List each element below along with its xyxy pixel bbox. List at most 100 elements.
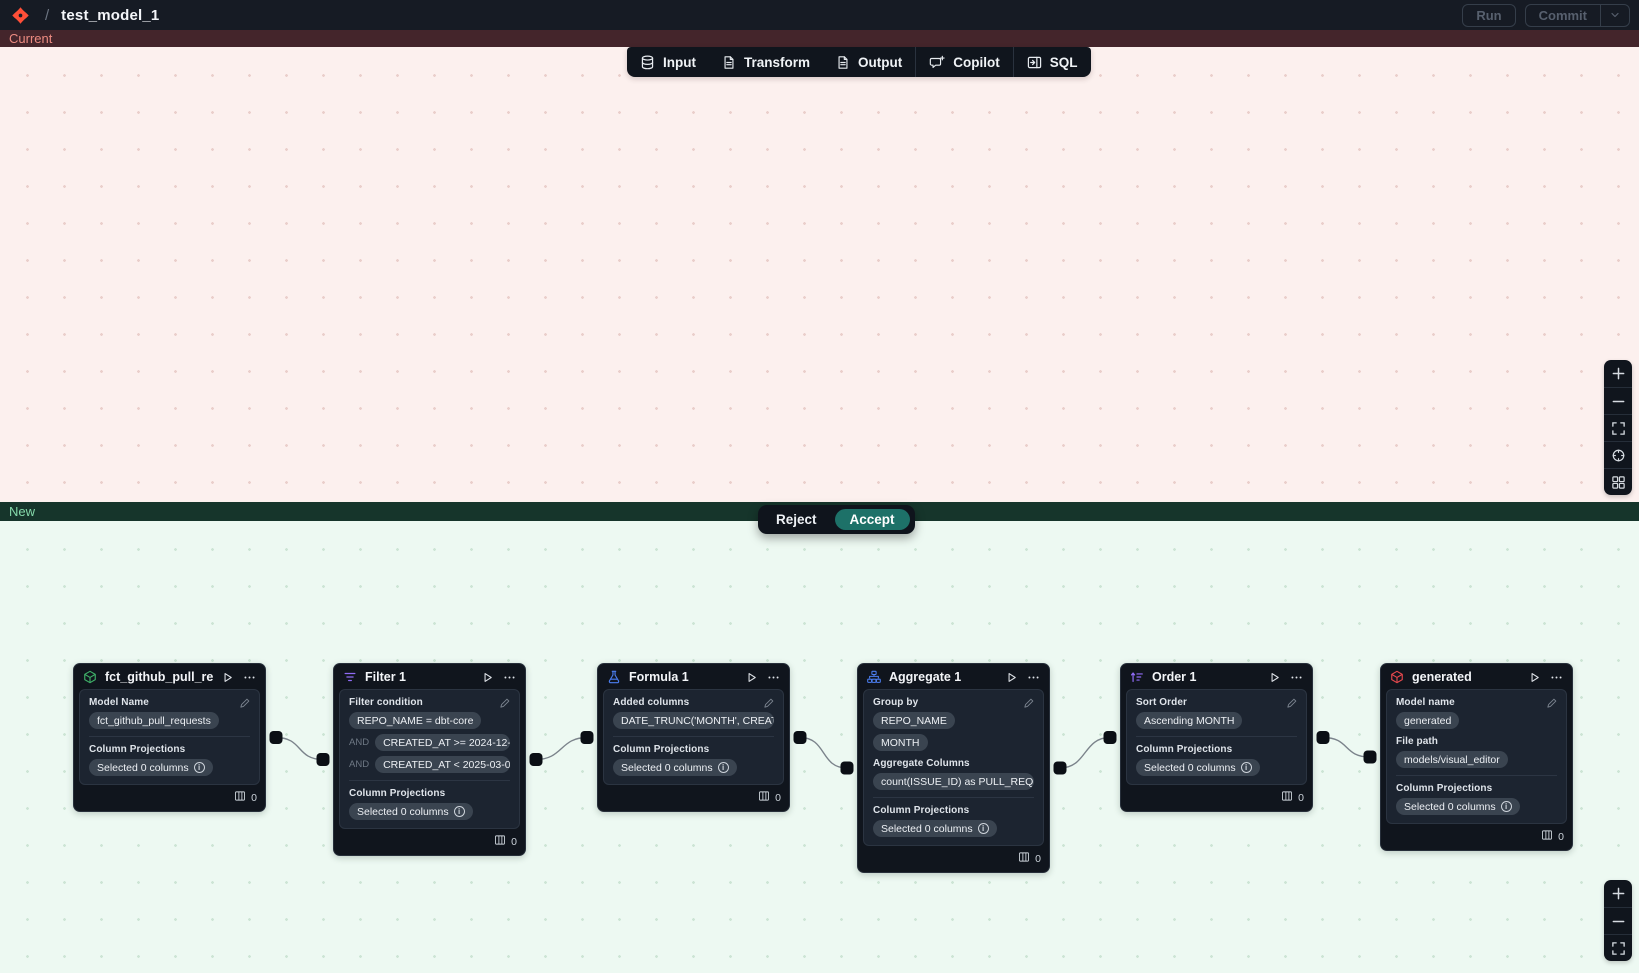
card-divider [1396, 775, 1557, 776]
node-menu-button[interactable] [243, 671, 256, 684]
edit-pencil-icon[interactable] [499, 696, 511, 714]
node-footer: 0 [1121, 785, 1312, 811]
column-projections-pill[interactable]: Selected 0 columnsi [89, 759, 213, 776]
and-label: AND [349, 737, 369, 748]
file-path-pill[interactable]: models/visual_editor [1396, 751, 1508, 768]
card-divider [613, 736, 774, 737]
edit-pencil-icon[interactable] [1286, 696, 1298, 714]
fit-view-button[interactable] [1604, 414, 1632, 441]
reject-button[interactable]: Reject [763, 509, 830, 530]
info-icon: i [454, 806, 465, 817]
column-projections-pill[interactable]: Selected 0 columnsi [873, 820, 997, 837]
toolbar-item-input[interactable]: Input [627, 47, 709, 77]
column-projections-pill[interactable]: Selected 0 columnsi [613, 759, 737, 776]
node-aggregate-1[interactable]: Aggregate 1 Group by REPO_NAME MONTH Agg… [857, 663, 1050, 873]
node-order-1[interactable]: Order 1 Sort Order Ascending MONTH Colum… [1120, 663, 1313, 812]
toolbar-item-sql[interactable]: SQL [1014, 47, 1091, 77]
node-menu-button[interactable] [1027, 671, 1040, 684]
field-label: Column Projections [349, 788, 510, 799]
current-section-band: Current [0, 30, 1639, 47]
aggregate-pill[interactable]: count(ISSUE_ID) as PULL_REQUEST_… [873, 773, 1034, 790]
column-projections-pill[interactable]: Selected 0 columnsi [1136, 759, 1260, 776]
row-count: 0 [511, 836, 517, 848]
play-node-button[interactable] [481, 671, 494, 684]
node-formula-1[interactable]: Formula 1 Added columns DATE_TRUNC('MONT… [597, 663, 790, 812]
zoom-in-button[interactable] [1604, 880, 1632, 907]
groupby-pill[interactable]: REPO_NAME [873, 712, 955, 729]
zoom-out-button[interactable] [1604, 387, 1632, 414]
field-label: Column Projections [89, 744, 250, 755]
edit-pencil-icon[interactable] [1546, 696, 1558, 714]
node-card: Added columns DATE_TRUNC('MONTH', CREATE… [603, 689, 784, 785]
field-label: Column Projections [1396, 783, 1557, 794]
value-pill[interactable]: fct_github_pull_requests [89, 712, 219, 729]
node-menu-button[interactable] [1550, 671, 1563, 684]
toolbar-sql-label: SQL [1050, 55, 1078, 70]
node-filter-1[interactable]: Filter 1 Filter condition REPO_NAME = db… [333, 663, 526, 856]
sql-panel-icon [1027, 55, 1042, 70]
groupby-pill[interactable]: MONTH [873, 734, 928, 751]
field-label: Column Projections [613, 744, 774, 755]
field-label: Column Projections [1136, 744, 1297, 755]
edit-pencil-icon[interactable] [239, 696, 251, 714]
canvas-new[interactable]: fct_github_pull_requests Model Name fct_… [0, 521, 1639, 973]
columns-icon [234, 790, 246, 805]
node-generated[interactable]: generated Model name generated File path… [1380, 663, 1573, 851]
info-icon: i [194, 762, 205, 773]
commit-button[interactable]: Commit [1525, 4, 1630, 27]
node-menu-button[interactable] [503, 671, 516, 684]
edit-pencil-icon[interactable] [1023, 696, 1035, 714]
canvas-controls-current [1604, 360, 1632, 495]
node-title: generated [1412, 670, 1520, 684]
sort-icon [1130, 670, 1144, 684]
toolbar-copilot-label: Copilot [953, 55, 1000, 70]
interactivity-lock-button[interactable] [1604, 441, 1632, 468]
node-title: fct_github_pull_requests [105, 670, 213, 684]
breadcrumb-separator: / [45, 7, 49, 24]
columns-icon [758, 790, 770, 805]
model-name-pill[interactable]: generated [1396, 712, 1459, 729]
condition-pill[interactable]: CREATED_AT < 2025-03-01 [375, 756, 510, 773]
toolbar-item-copilot[interactable]: Copilot [916, 47, 1013, 77]
play-node-button[interactable] [1268, 671, 1281, 684]
new-section-label: New [9, 504, 35, 519]
columns-icon [494, 834, 506, 849]
toolbar-item-transform[interactable]: Transform [709, 47, 823, 77]
field-label: Group by [873, 697, 1034, 708]
zoom-in-button[interactable] [1604, 360, 1632, 387]
accept-button[interactable]: Accept [835, 509, 910, 530]
condition-pill[interactable]: CREATED_AT >= 2024-12-01 [375, 734, 510, 751]
zoom-out-button[interactable] [1604, 907, 1632, 934]
condition-pill[interactable]: REPO_NAME = dbt-core [349, 712, 481, 729]
canvas-controls-new [1604, 880, 1632, 961]
node-fct-github-pull-requests[interactable]: fct_github_pull_requests Model Name fct_… [73, 663, 266, 812]
run-button[interactable]: Run [1462, 4, 1515, 27]
review-bar: Reject Accept [758, 505, 915, 534]
canvas-current[interactable]: Input Transform Output Copilot [0, 47, 1639, 502]
formula-pill[interactable]: DATE_TRUNC('MONTH', CREATED_AT… [613, 712, 774, 729]
column-projections-pill[interactable]: Selected 0 columnsi [1396, 798, 1520, 815]
card-divider [349, 780, 510, 781]
play-node-button[interactable] [1005, 671, 1018, 684]
sort-pill[interactable]: Ascending MONTH [1136, 712, 1242, 729]
node-menu-button[interactable] [1290, 671, 1303, 684]
node-card: Group by REPO_NAME MONTH Aggregate Colum… [863, 689, 1044, 846]
auto-layout-button[interactable] [1604, 468, 1632, 495]
play-node-button[interactable] [1528, 671, 1541, 684]
toolbar-item-output[interactable]: Output [823, 47, 915, 77]
edit-pencil-icon[interactable] [763, 696, 775, 714]
field-label: Model name [1396, 697, 1557, 708]
play-node-button[interactable] [745, 671, 758, 684]
fit-view-button[interactable] [1604, 934, 1632, 961]
card-divider [1136, 736, 1297, 737]
document-icon [836, 55, 850, 70]
field-label: File path [1396, 736, 1557, 747]
node-header: Formula 1 [598, 664, 789, 689]
play-node-button[interactable] [221, 671, 234, 684]
row-count: 0 [1558, 831, 1564, 843]
filter-icon [343, 670, 357, 684]
node-menu-button[interactable] [767, 671, 780, 684]
commit-dropdown-button[interactable] [1600, 5, 1629, 26]
column-projections-pill[interactable]: Selected 0 columnsi [349, 803, 473, 820]
dbt-logo[interactable] [9, 4, 31, 26]
